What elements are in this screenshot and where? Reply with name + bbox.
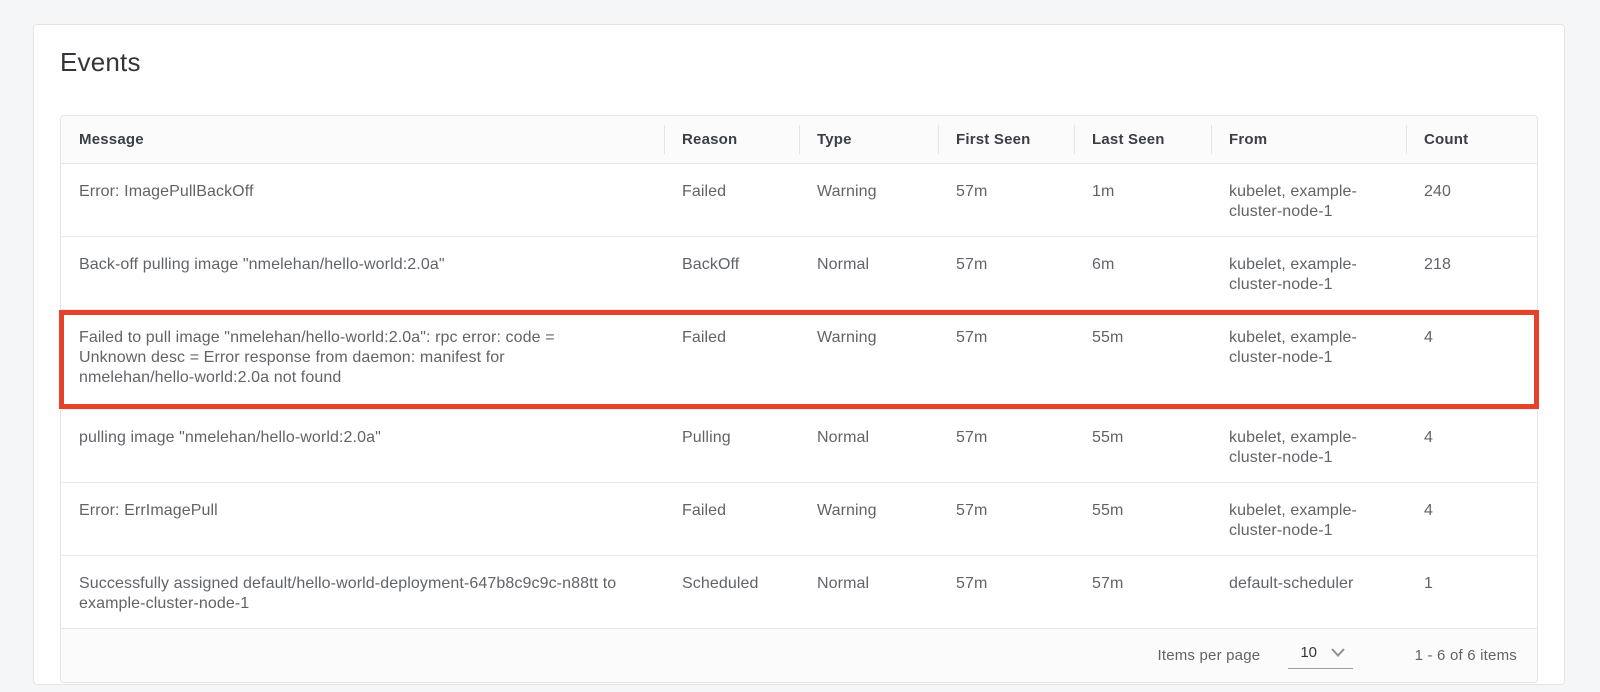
cell-first-seen: 57m [938,182,1074,202]
cell-reason: Scheduled [664,574,799,594]
column-header-from: From [1211,116,1406,163]
column-header-last-seen: Last Seen [1074,116,1211,163]
cell-message: Error: ErrImagePull [61,501,664,521]
cell-count: 4 [1406,501,1537,521]
table-header-row: Message Reason Type First Seen Last Seen… [61,116,1537,164]
column-header-type: Type [799,116,938,163]
cell-from: kubelet, example-cluster-node-1 [1211,182,1406,222]
cell-last-seen: 55m [1074,428,1211,448]
cell-count: 4 [1406,428,1537,448]
cell-reason: Pulling [664,428,799,448]
table-row: Successfully assigned default/hello-worl… [61,555,1537,628]
cell-from: kubelet, example-cluster-node-1 [1211,501,1406,541]
table-row: Error: ErrImagePull Failed Warning 57m 5… [61,482,1537,555]
cell-last-seen: 57m [1074,574,1211,594]
cell-reason: Failed [664,328,799,348]
cell-count: 4 [1406,328,1537,348]
table-row: Back-off pulling image "nmelehan/hello-w… [61,236,1537,309]
cell-type: Warning [799,182,938,202]
cell-from: default-scheduler [1211,574,1406,594]
cell-reason: Failed [664,501,799,521]
cell-from: kubelet, example-cluster-node-1 [1211,428,1406,468]
cell-type: Normal [799,255,938,275]
column-header-reason: Reason [664,116,799,163]
cell-last-seen: 55m [1074,501,1211,521]
chevron-down-icon [1331,648,1345,657]
cell-message: pulling image "nmelehan/hello-world:2.0a… [61,428,664,448]
cell-type: Warning [799,501,938,521]
cell-type: Normal [799,574,938,594]
cell-last-seen: 6m [1074,255,1211,275]
page-range-label: 1 - 6 of 6 items [1409,647,1517,664]
cell-message: Back-off pulling image "nmelehan/hello-w… [61,255,664,275]
cell-last-seen: 1m [1074,182,1211,202]
cell-type: Normal [799,428,938,448]
cell-message: Error: ImagePullBackOff [61,182,664,202]
cell-first-seen: 57m [938,501,1074,521]
table-row: Error: ImagePullBackOff Failed Warning 5… [61,164,1537,236]
events-table: Message Reason Type First Seen Last Seen… [60,115,1538,683]
cell-type: Warning [799,328,938,348]
cell-from: kubelet, example-cluster-node-1 [1211,328,1406,368]
column-header-message: Message [61,116,664,163]
cell-count: 1 [1406,574,1537,594]
table-row-highlighted: Failed to pull image "nmelehan/hello-wor… [61,309,1537,409]
cell-reason: Failed [664,182,799,202]
cell-last-seen: 55m [1074,328,1211,348]
page-title: Events [60,47,1538,78]
cell-message: Successfully assigned default/hello-worl… [61,574,664,614]
cell-from: kubelet, example-cluster-node-1 [1211,255,1406,295]
column-header-count: Count [1406,116,1537,163]
cell-reason: BackOff [664,255,799,275]
pagination-footer: Items per page 10 1 - 6 of 6 items [61,628,1537,682]
table-row: pulling image "nmelehan/hello-world:2.0a… [61,409,1537,482]
column-header-first-seen: First Seen [938,116,1074,163]
cell-first-seen: 57m [938,328,1074,348]
cell-message: Failed to pull image "nmelehan/hello-wor… [61,328,664,388]
items-per-page-label: Items per page [1157,647,1260,664]
cell-first-seen: 57m [938,574,1074,594]
events-card: Events Message Reason Type First Seen La… [33,24,1565,685]
items-per-page-value: 10 [1300,644,1317,661]
items-per-page-select[interactable]: 10 [1288,642,1353,669]
cell-first-seen: 57m [938,428,1074,448]
cell-count: 218 [1406,255,1537,275]
cell-first-seen: 57m [938,255,1074,275]
cell-count: 240 [1406,182,1537,202]
